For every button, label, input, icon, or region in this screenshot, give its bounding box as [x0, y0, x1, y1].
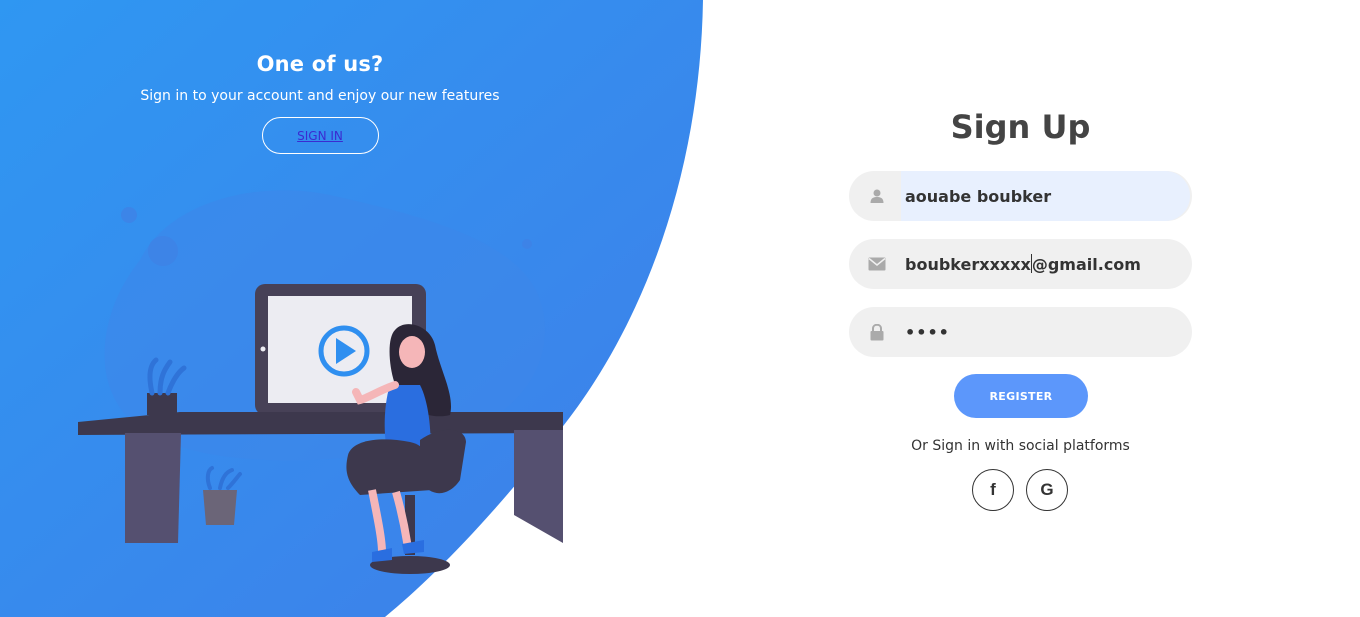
google-button[interactable]: G — [1026, 469, 1068, 511]
password-field[interactable]: •••• — [849, 307, 1192, 357]
user-icon — [849, 188, 905, 204]
email-value-part2: @gmail.com — [1031, 255, 1141, 274]
email-field[interactable]: boubkerxxxxx@gmail.com — [849, 239, 1192, 289]
email-value-part1: boubkerxxxxx — [905, 255, 1031, 274]
signup-form: Sign Up aouabe boubker boubkerxxxxx@gmai… — [849, 0, 1192, 617]
social-buttons: f G — [972, 469, 1068, 511]
desk-illustration — [78, 190, 563, 574]
left-panel-subtitle: Sign in to your account and enjoy our ne… — [140, 88, 500, 104]
password-value: •••• — [905, 322, 950, 342]
left-panel-title: One of us? — [256, 52, 384, 76]
left-panel-content: One of us? Sign in to your account and e… — [0, 52, 640, 154]
left-panel: One of us? Sign in to your account and e… — [0, 0, 640, 617]
facebook-button[interactable]: f — [972, 469, 1014, 511]
google-icon: G — [1040, 480, 1054, 499]
form-title: Sign Up — [950, 108, 1091, 146]
name-value: aouabe boubker — [905, 186, 1052, 206]
name-field[interactable]: aouabe boubker — [849, 171, 1192, 221]
envelope-icon — [849, 257, 905, 271]
social-signin-text: Or Sign in with social platforms — [911, 438, 1130, 454]
register-button[interactable]: REGISTER — [954, 374, 1088, 418]
facebook-icon: f — [990, 480, 996, 499]
email-value: boubkerxxxxx@gmail.com — [905, 254, 1141, 274]
sign-in-button[interactable]: SIGN IN — [261, 117, 379, 154]
lock-icon — [849, 323, 905, 341]
